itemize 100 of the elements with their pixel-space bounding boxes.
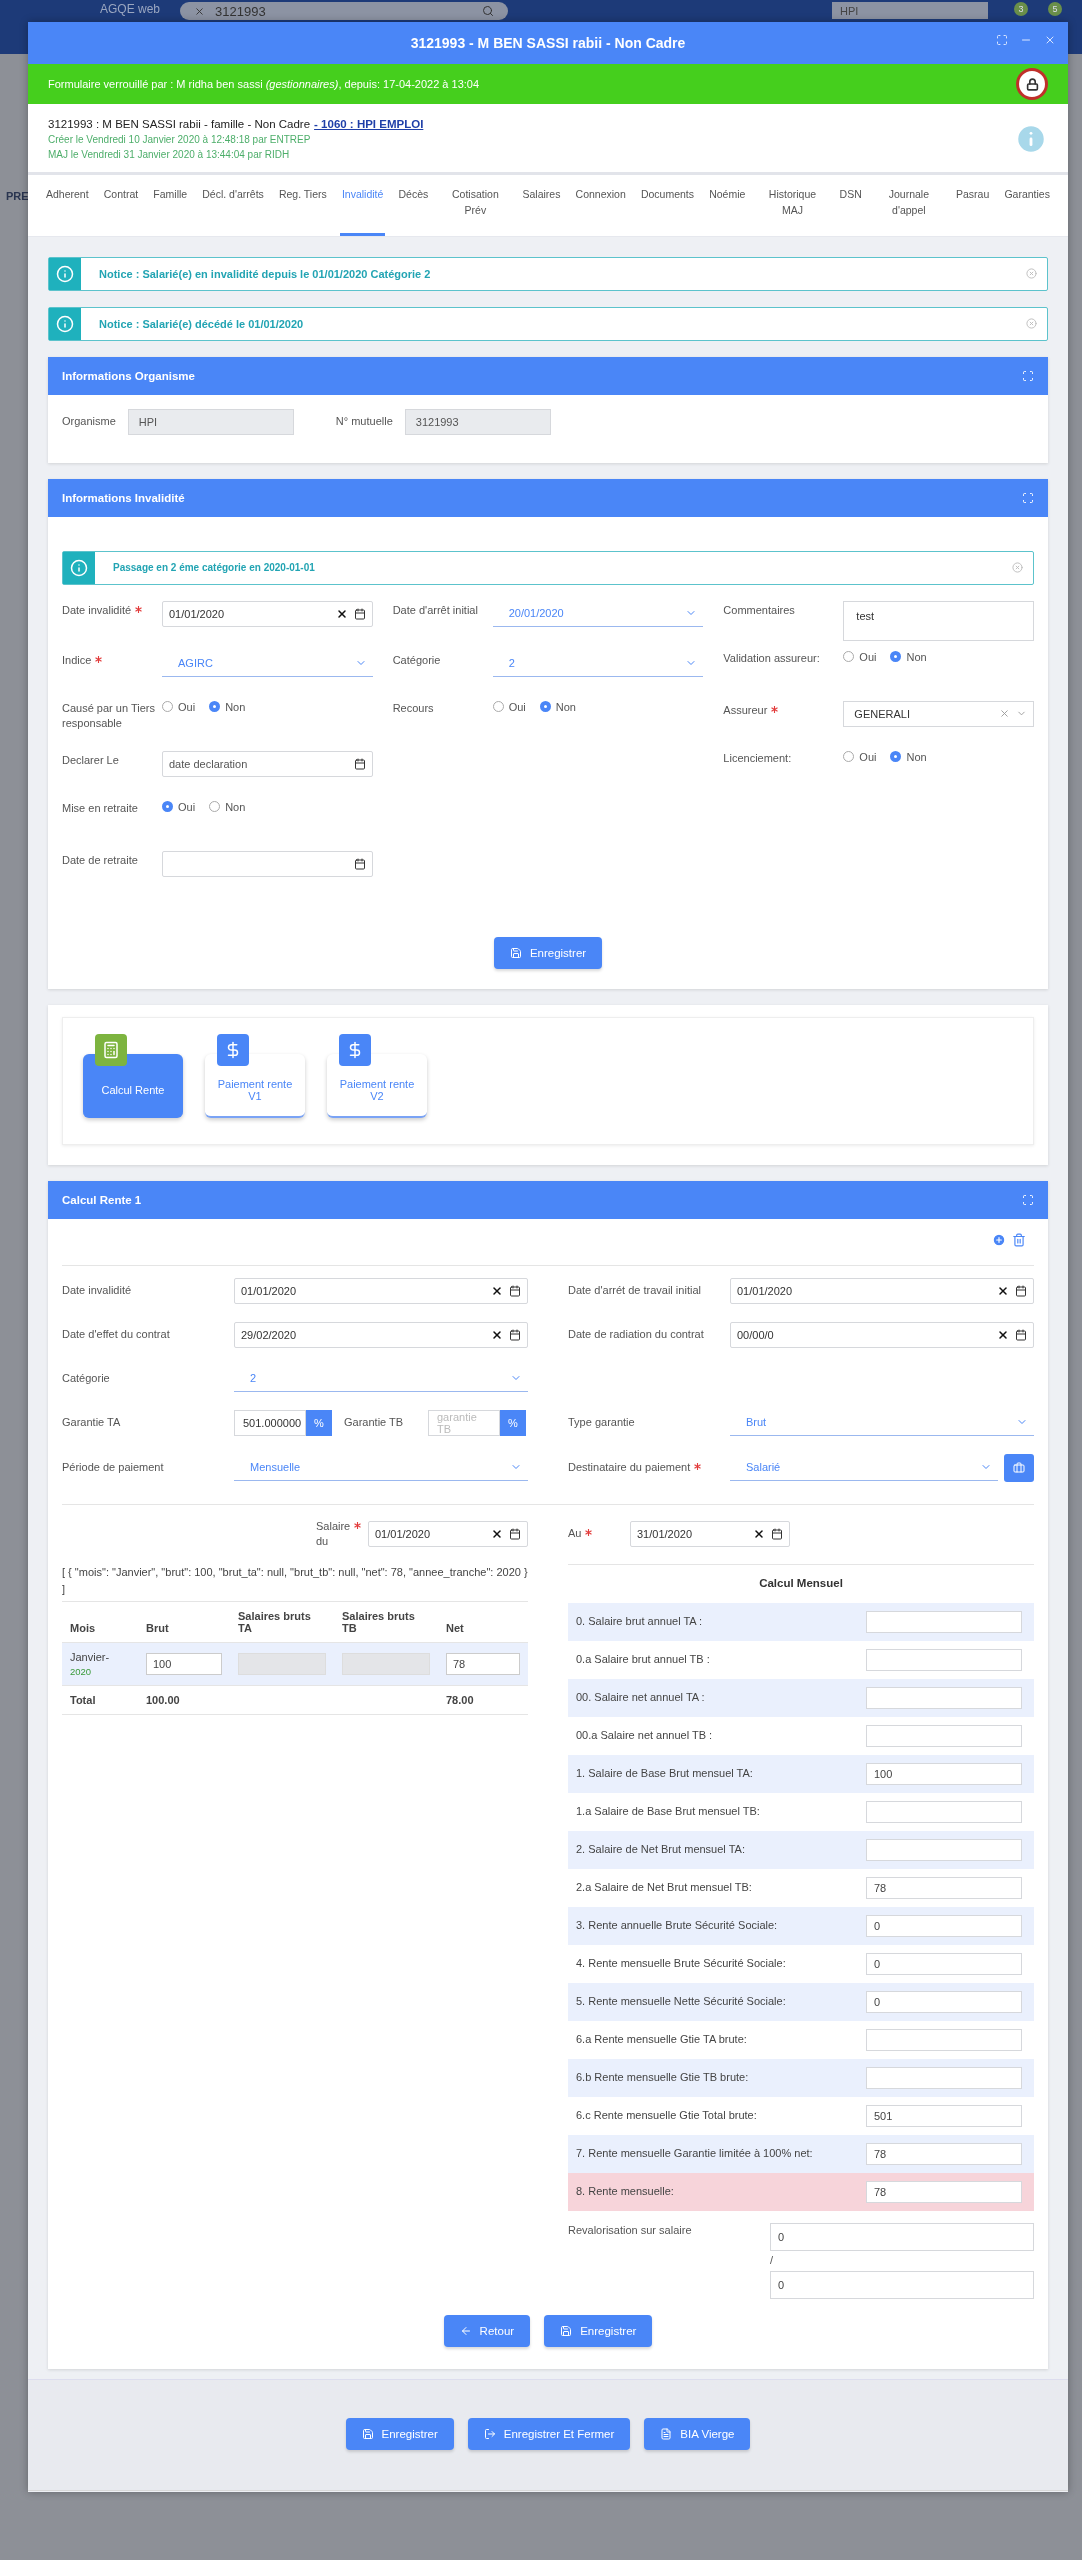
search-icon[interactable] — [482, 5, 495, 17]
rente-card[interactable]: Paiement rente V1 — [205, 1053, 305, 1118]
radio-option[interactable]: Oui — [162, 700, 196, 713]
delete-icon[interactable] — [1012, 1232, 1026, 1247]
tab[interactable]: Journale d'appel — [874, 183, 943, 236]
employer-link[interactable]: - 1060 : HPI EMPLOI — [314, 118, 424, 130]
clear-icon — [753, 1528, 765, 1541]
radio-option[interactable]: Oui — [843, 750, 877, 763]
calc-input[interactable] — [866, 1801, 1022, 1824]
select-field[interactable]: 2 — [492, 650, 704, 677]
notification-badge: 3 — [1014, 2, 1028, 16]
radio-option[interactable]: Oui — [162, 800, 196, 813]
select-field[interactable]: Mensuelle — [234, 1454, 528, 1481]
tab[interactable]: Salaires — [520, 183, 563, 236]
radio-option[interactable]: Oui — [492, 700, 526, 713]
tab[interactable]: Invalidité — [339, 183, 386, 236]
brut-input[interactable]: 100 — [146, 1653, 222, 1676]
expand-icon[interactable] — [1022, 369, 1034, 382]
date-field[interactable]: 01/01/2020 — [730, 1277, 1034, 1304]
radio-option[interactable]: Non — [209, 700, 246, 713]
radio-option[interactable]: Non — [890, 750, 927, 763]
net-input[interactable]: 78 — [446, 1653, 520, 1676]
tab[interactable]: Noémie — [707, 183, 748, 236]
date-field[interactable]: 00/00/0 — [730, 1321, 1034, 1348]
notice-text: Passage en 2 éme catégorie en 2020-01-01 — [112, 561, 316, 575]
date-field[interactable] — [162, 850, 373, 877]
select-field[interactable]: GENERALI — [843, 700, 1034, 727]
date-field[interactable]: 31/01/2020 — [630, 1521, 790, 1548]
select-field[interactable]: AGIRC — [162, 650, 373, 677]
select-field[interactable]: 2 — [234, 1365, 528, 1392]
radio-option[interactable]: Non — [890, 650, 927, 663]
clear-icon[interactable] — [194, 5, 206, 17]
notice-text: Notice : Salarié(e) décédé le 01/01/2020 — [98, 316, 305, 332]
tab[interactable]: Décl. d'arrêts — [200, 183, 266, 236]
select-field[interactable]: 20/01/2020 — [492, 600, 704, 627]
tab[interactable]: Connexion — [573, 183, 628, 236]
close-icon[interactable] — [1044, 34, 1056, 46]
select-field[interactable]: Brut — [730, 1409, 1034, 1436]
close-icon[interactable] — [1012, 562, 1023, 573]
calc-input[interactable]: 78 — [866, 2181, 1022, 2204]
save-icon — [361, 2428, 374, 2441]
revalorisation-input[interactable]: 0 — [770, 2223, 1034, 2252]
calc-input[interactable]: 0 — [866, 1953, 1022, 1976]
calc-input[interactable]: 78 — [866, 1877, 1022, 1900]
close-icon[interactable] — [1026, 318, 1037, 329]
calc-input[interactable]: 78 — [866, 2143, 1022, 2166]
date-field[interactable]: 01/01/2020 — [234, 1277, 528, 1304]
radio-option[interactable]: Oui — [843, 650, 877, 663]
calc-input[interactable] — [866, 2029, 1022, 2052]
radio-option[interactable]: Non — [209, 800, 246, 813]
calc-input[interactable]: 0 — [866, 1915, 1022, 1938]
info-icon — [56, 264, 74, 283]
search-field[interactable]: 3121993 — [180, 2, 509, 20]
date-field[interactable]: 01/01/2020 — [162, 600, 373, 627]
calendar-icon — [353, 857, 366, 870]
calc-label: 1. Salaire de Base Brut mensuel TA: — [576, 1766, 753, 1782]
tab[interactable]: Contrat — [101, 183, 141, 236]
revalorisation-input[interactable]: 0 — [770, 2271, 1034, 2300]
calc-label: 4. Rente mensuelle Brute Sécurité Sociale: — [576, 1956, 786, 1972]
calc-input[interactable] — [866, 1687, 1022, 1710]
lock-button[interactable] — [1016, 68, 1048, 100]
tab[interactable]: Reg. Tiers — [276, 183, 329, 236]
tab[interactable]: Pasrau — [954, 183, 992, 236]
radio-option[interactable]: Non — [539, 700, 576, 713]
select-field[interactable]: Salarié — [730, 1454, 998, 1481]
expand-icon[interactable] — [1022, 491, 1034, 504]
clear-icon — [491, 1528, 503, 1541]
calc-input[interactable] — [866, 2067, 1022, 2090]
date-field[interactable]: 29/02/2020 — [234, 1321, 528, 1348]
tab[interactable]: DSN — [837, 183, 864, 236]
tab[interactable]: Historique MAJ — [758, 183, 827, 236]
calc-input[interactable] — [866, 1839, 1022, 1862]
tab[interactable]: Adherent — [44, 183, 91, 236]
panel-title: Informations Invalidité — [62, 491, 185, 504]
calc-input[interactable] — [866, 1725, 1022, 1748]
rente-card[interactable]: Paiement rente V2 — [327, 1053, 427, 1118]
tab[interactable]: Garanties — [1002, 183, 1052, 236]
calc-input[interactable]: 100 — [866, 1763, 1022, 1786]
tab[interactable]: Cotisation Prév — [441, 183, 510, 236]
close-icon[interactable] — [1026, 268, 1037, 279]
column-header: Salaires bruts TB — [334, 1601, 438, 1643]
calc-label: 3. Rente annuelle Brute Sécurité Sociale: — [576, 1918, 778, 1934]
calendar-icon — [509, 1284, 521, 1297]
briefcase-button[interactable] — [1004, 1453, 1034, 1482]
calendar-icon — [509, 1328, 521, 1341]
date-field[interactable]: date declaration — [162, 750, 373, 777]
calc-input[interactable]: 501 — [866, 2105, 1022, 2128]
maximize-icon[interactable] — [996, 34, 1008, 46]
calc-input[interactable] — [866, 1649, 1022, 1672]
calc-input[interactable] — [866, 1611, 1022, 1634]
expand-icon[interactable] — [1022, 1193, 1034, 1206]
calendar-icon — [509, 1528, 521, 1541]
add-icon[interactable] — [992, 1232, 1006, 1247]
comment-field[interactable]: test — [843, 600, 1034, 641]
percent-field[interactable]: 501.000000 — [234, 1409, 306, 1436]
calc-input[interactable]: 0 — [866, 1991, 1022, 2014]
date-field[interactable]: 01/01/2020 — [368, 1521, 528, 1548]
tab[interactable]: Famille — [151, 183, 190, 236]
tab[interactable]: Décès — [396, 183, 431, 236]
tab[interactable]: Documents — [638, 183, 696, 236]
